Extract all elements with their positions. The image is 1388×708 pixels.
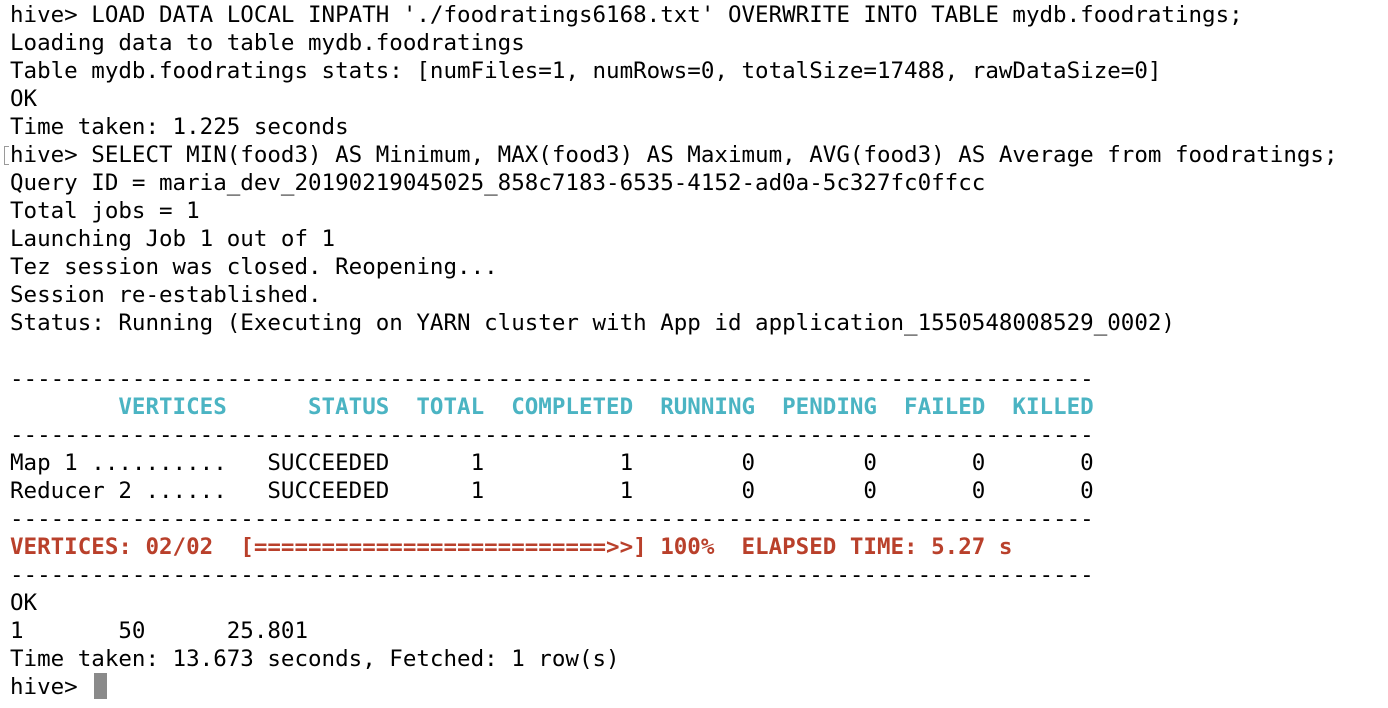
table-divider-bottom: ----------------------------------------…: [10, 562, 1094, 588]
vertices-table-header: VERTICES STATUS TOTAL COMPLETED RUNNING …: [10, 394, 1094, 420]
table-stats-output-line: Table mydb.foodratings stats: [numFiles=…: [10, 58, 1162, 84]
load-data-command-line: hive> LOAD DATA LOCAL INPATH './foodrati…: [10, 2, 1243, 28]
text-cursor: [94, 673, 107, 699]
query-result-row: 1 50 25.801: [10, 618, 309, 644]
time-taken-output-line: Time taken: 1.225 seconds: [10, 114, 349, 140]
query-id-output-line: Query ID = maria_dev_20190219045025_858c…: [10, 170, 986, 196]
select-query-command-line: hive> SELECT MIN(food3) AS Minimum, MAX(…: [10, 142, 1338, 168]
loading-data-output-line: Loading data to table mydb.foodratings: [10, 30, 525, 56]
progress-summary-line: VERTICES: 02/02 [=======================…: [10, 534, 1013, 560]
line-marker-bracket: [4, 146, 9, 165]
ok-output-line: OK: [10, 86, 38, 112]
hive-prompt-line[interactable]: hive>: [10, 673, 91, 701]
launching-job-output-line: Launching Job 1 out of 1: [10, 226, 336, 252]
table-divider-top: ----------------------------------------…: [10, 366, 1094, 392]
status-running-output-line: Status: Running (Executing on YARN clust…: [10, 310, 1175, 336]
vertex-row-reducer-2: Reducer 2 ...... SUCCEEDED 1 1 0 0 0 0: [10, 478, 1094, 504]
session-reestablished-output-line: Session re-established.: [10, 282, 322, 308]
query-ok-output-line: OK: [10, 590, 38, 616]
terminal-window[interactable]: hive> LOAD DATA LOCAL INPATH './foodrati…: [0, 0, 1388, 708]
table-divider-header: ----------------------------------------…: [10, 422, 1094, 448]
vertex-row-map-1: Map 1 .......... SUCCEEDED 1 1 0 0 0 0: [10, 450, 1094, 476]
query-time-taken-line: Time taken: 13.673 seconds, Fetched: 1 r…: [10, 646, 620, 672]
total-jobs-output-line: Total jobs = 1: [10, 198, 200, 224]
table-divider-rows: ----------------------------------------…: [10, 506, 1094, 532]
tez-session-output-line: Tez session was closed. Reopening...: [10, 254, 498, 280]
